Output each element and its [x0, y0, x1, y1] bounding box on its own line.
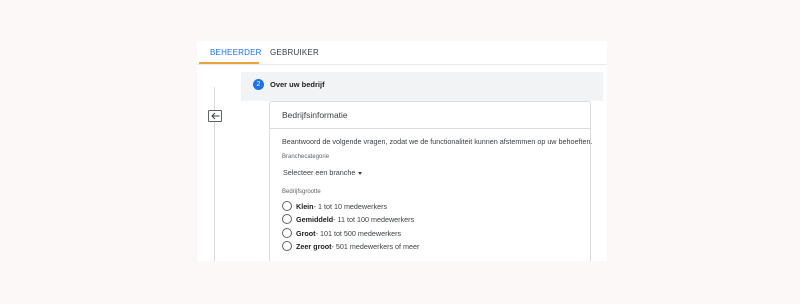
tab-bar: BEHEERDER GEBRUIKER [197, 41, 607, 65]
company-size-label: Bedrijfsgrootte [282, 189, 321, 195]
radio-button[interactable] [282, 214, 292, 224]
admin-panel: BEHEERDER GEBRUIKER 2 Over uw bedrijf Be… [197, 41, 607, 261]
option-name: Zeer groot [296, 241, 332, 251]
radio-button[interactable] [282, 201, 292, 211]
option-name: Klein [296, 201, 314, 211]
industry-select[interactable]: Selecteer een branche [283, 168, 363, 177]
option-name: Gemiddeld [296, 214, 334, 224]
card-title: Bedrijfsinformatie [270, 102, 590, 129]
active-tab-indicator [199, 62, 259, 64]
size-option-gemiddeld[interactable]: Gemiddeld - 11 tot 100 medewerkers [282, 213, 414, 225]
caret-down-icon [358, 171, 363, 175]
tab-gebruiker[interactable]: GEBRUIKER [270, 48, 319, 57]
size-option-groot[interactable]: Groot - 101 tot 500 medewerkers [282, 227, 401, 239]
size-option-zeer-groot[interactable]: Zeer groot - 501 medewerkers of meer [282, 240, 419, 252]
step-title: Over uw bedrijf [270, 80, 325, 89]
industry-select-value: Selecteer een branche [283, 168, 356, 177]
option-detail: - 11 tot 100 medewerkers [333, 214, 415, 224]
step-number-badge: 2 [253, 79, 264, 90]
radio-button[interactable] [282, 241, 292, 251]
option-name: Groot [296, 228, 316, 238]
option-detail: - 101 tot 500 medewerkers [315, 228, 402, 238]
industry-label: Branchecategorie [282, 154, 330, 160]
option-detail: - 501 medewerkers of meer [331, 241, 420, 251]
back-button[interactable] [208, 110, 222, 122]
tab-beheerder[interactable]: BEHEERDER [210, 48, 262, 57]
arrow-left-icon [210, 112, 219, 120]
radio-button[interactable] [282, 228, 292, 238]
option-detail: - 1 tot 10 medewerkers [313, 201, 388, 211]
size-option-klein[interactable]: Klein - 1 tot 10 medewerkers [282, 200, 387, 212]
company-info-card: Bedrijfsinformatie Beantwoord de volgend… [269, 101, 593, 261]
card-intro-text: Beantwoord de volgende vragen, zodat we … [282, 137, 593, 146]
step-header[interactable]: 2 Over uw bedrijf [241, 72, 603, 101]
